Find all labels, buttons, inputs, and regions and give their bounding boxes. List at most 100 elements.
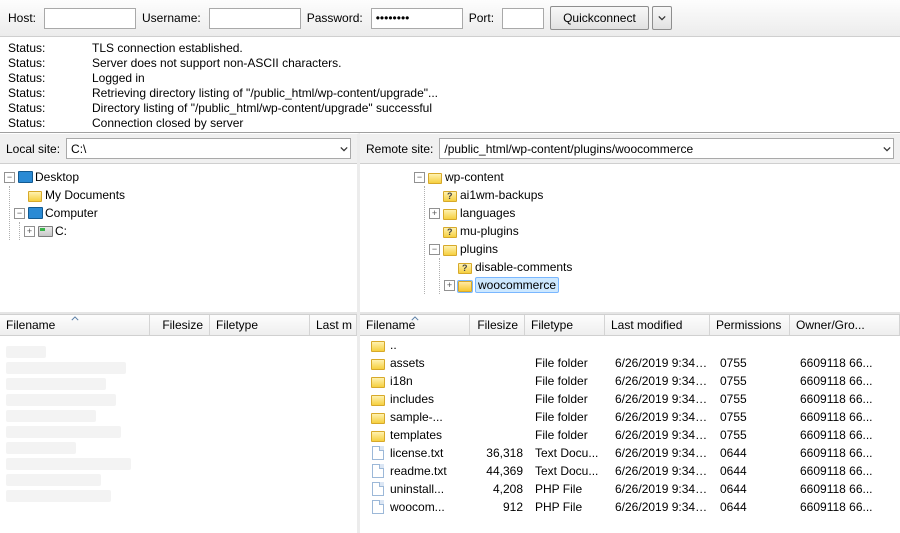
expander[interactable]: − xyxy=(4,172,15,183)
log-msg: TLS connection established. xyxy=(92,41,243,56)
password-input[interactable] xyxy=(371,8,463,29)
expander[interactable]: − xyxy=(414,172,425,183)
file-type: File folder xyxy=(529,356,609,370)
file-modified: 6/26/2019 9:34:... xyxy=(609,428,714,442)
file-row[interactable]: woocom...912PHP File6/26/2019 9:34:...06… xyxy=(360,498,900,516)
file-row[interactable]: uninstall...4,208PHP File6/26/2019 9:34:… xyxy=(360,480,900,498)
col-filename[interactable]: Filename xyxy=(360,315,470,335)
remote-tree[interactable]: − wp-content ai1wm-backups + languages mu-… xyxy=(360,164,900,314)
quickconnect-history-button[interactable] xyxy=(652,6,672,30)
col-filetype[interactable]: Filetype xyxy=(210,315,310,335)
tree-item[interactable]: C: xyxy=(55,224,67,238)
folder-unknown-icon xyxy=(443,191,457,202)
col-permissions[interactable]: Permissions xyxy=(710,315,790,335)
expander[interactable]: − xyxy=(14,208,25,219)
expander[interactable]: + xyxy=(429,208,440,219)
drive-icon xyxy=(38,226,53,237)
file-modified: 6/26/2019 9:34:... xyxy=(609,500,714,514)
message-log[interactable]: Status: TLS connection established. Status… xyxy=(0,37,900,133)
computer-icon xyxy=(28,207,43,219)
file-row[interactable]: assetsFile folder6/26/2019 9:34:...07556… xyxy=(360,354,900,372)
remote-file-header[interactable]: Filename Filesize Filetype Last modified… xyxy=(360,314,900,336)
tree-item[interactable]: Computer xyxy=(45,206,98,220)
tree-item[interactable]: languages xyxy=(460,206,515,220)
expander[interactable]: + xyxy=(24,226,35,237)
tree-item[interactable]: My Documents xyxy=(45,188,125,202)
chevron-down-icon xyxy=(658,14,666,22)
log-key: Status: xyxy=(8,116,86,131)
folder-icon xyxy=(371,395,385,406)
file-type: Text Docu... xyxy=(529,446,609,460)
col-lastmod[interactable]: Last modified xyxy=(605,315,710,335)
remote-site-label: Remote site: xyxy=(366,142,433,156)
local-file-list[interactable] xyxy=(0,336,357,533)
file-icon xyxy=(372,500,384,514)
expander[interactable]: − xyxy=(429,244,440,255)
col-filetype[interactable]: Filetype xyxy=(525,315,605,335)
log-key: Status: xyxy=(8,71,86,86)
file-row[interactable]: readme.txt44,369Text Docu...6/26/2019 9:… xyxy=(360,462,900,480)
desktop-icon xyxy=(18,171,33,183)
local-path-combo[interactable]: C:\ xyxy=(66,138,351,159)
remote-file-list[interactable]: .. assetsFile folder6/26/2019 9:34:...07… xyxy=(360,336,900,533)
file-row[interactable]: i18nFile folder6/26/2019 9:34:...0755660… xyxy=(360,372,900,390)
file-owner: 6609118 66... xyxy=(794,392,896,406)
tree-item[interactable]: ai1wm-backups xyxy=(460,188,543,202)
tree-item[interactable]: disable-comments xyxy=(475,260,572,274)
file-modified: 6/26/2019 9:34:... xyxy=(609,446,714,460)
file-row[interactable]: license.txt36,318Text Docu...6/26/2019 9… xyxy=(360,444,900,462)
log-key: Status: xyxy=(8,86,86,101)
col-filesize[interactable]: Filesize xyxy=(470,315,525,335)
file-permissions: 0755 xyxy=(714,374,794,388)
col-lastmod[interactable]: Last m xyxy=(310,315,357,335)
file-name: woocom... xyxy=(390,500,445,514)
username-input[interactable] xyxy=(209,8,301,29)
remote-path: /public_html/wp-content/plugins/woocomme… xyxy=(444,142,693,156)
local-file-header[interactable]: Filename Filesize Filetype Last m xyxy=(0,314,357,336)
file-row-updir[interactable]: .. xyxy=(360,336,900,354)
file-row[interactable]: sample-...File folder6/26/2019 9:34:...0… xyxy=(360,408,900,426)
file-modified: 6/26/2019 9:34:... xyxy=(609,356,714,370)
tree-item[interactable]: wp-content xyxy=(445,170,504,184)
log-line: Status:Logged in xyxy=(8,71,892,86)
sort-asc-icon xyxy=(411,316,419,321)
file-icon xyxy=(372,482,384,496)
log-key: Status: xyxy=(8,41,86,56)
log-msg: Retrieving directory listing of "/public… xyxy=(92,86,438,101)
port-input[interactable] xyxy=(502,8,544,29)
file-name: uninstall... xyxy=(390,482,444,496)
file-type: Text Docu... xyxy=(529,464,609,478)
password-label: Password: xyxy=(307,11,363,25)
file-row[interactable]: includesFile folder6/26/2019 9:34:...075… xyxy=(360,390,900,408)
host-input[interactable] xyxy=(44,8,136,29)
remote-pane: Remote site: /public_html/wp-content/plu… xyxy=(360,133,900,533)
file-modified: 6/26/2019 9:34:... xyxy=(609,482,714,496)
file-name: templates xyxy=(390,428,442,442)
folder-icon xyxy=(28,191,42,202)
col-filesize[interactable]: Filesize xyxy=(150,315,210,335)
folder-icon xyxy=(443,245,457,256)
quickconnect-button[interactable]: Quickconnect xyxy=(550,6,649,30)
file-row[interactable]: templatesFile folder6/26/2019 9:34:...07… xyxy=(360,426,900,444)
file-permissions: 0755 xyxy=(714,392,794,406)
remote-path-combo[interactable]: /public_html/wp-content/plugins/woocomme… xyxy=(439,138,894,159)
folder-unknown-icon xyxy=(443,227,457,238)
col-filename[interactable]: Filename xyxy=(0,315,150,335)
tree-item[interactable]: Desktop xyxy=(35,170,79,184)
log-msg: Server does not support non-ASCII charac… xyxy=(92,56,341,71)
file-permissions: 0644 xyxy=(714,446,794,460)
col-owner[interactable]: Owner/Gro... xyxy=(790,315,900,335)
file-type: File folder xyxy=(529,410,609,424)
tree-item[interactable]: plugins xyxy=(460,242,498,256)
file-size: 4,208 xyxy=(474,482,529,496)
tree-item-selected[interactable]: woocommerce xyxy=(475,277,559,293)
file-permissions: 0755 xyxy=(714,356,794,370)
sort-asc-icon xyxy=(71,316,79,321)
expander[interactable]: + xyxy=(444,280,455,291)
file-type: File folder xyxy=(529,392,609,406)
tree-item[interactable]: mu-plugins xyxy=(460,224,519,238)
file-owner: 6609118 66... xyxy=(794,464,896,478)
file-name: i18n xyxy=(390,374,413,388)
local-tree[interactable]: − Desktop My Documents − Computer + C: xyxy=(0,164,357,314)
file-owner: 6609118 66... xyxy=(794,374,896,388)
